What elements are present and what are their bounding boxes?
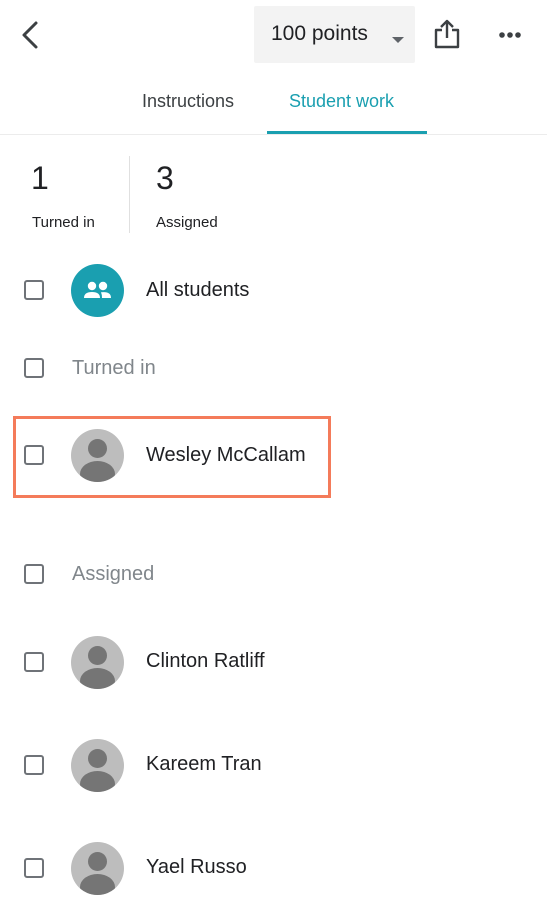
- turned-in-section-label: Turned in: [72, 357, 156, 379]
- student-name[interactable]: Yael Russo: [146, 856, 247, 879]
- tab-student-work[interactable]: Student work: [289, 91, 394, 112]
- student-checkbox[interactable]: [24, 652, 44, 672]
- student-name[interactable]: Clinton Ratliff: [146, 650, 265, 673]
- back-button[interactable]: [16, 18, 46, 52]
- tab-bar: Instructions Student work: [0, 76, 547, 135]
- avatar: [71, 842, 124, 895]
- share-icon: [434, 19, 460, 49]
- student-checkbox[interactable]: [24, 755, 44, 775]
- turned-in-label: Turned in: [32, 214, 95, 231]
- all-students-label: All students: [146, 279, 250, 301]
- turned-in-section-checkbox[interactable]: [24, 358, 44, 378]
- all-students-checkbox[interactable]: [24, 280, 44, 300]
- active-tab-indicator: [267, 131, 427, 134]
- student-checkbox[interactable]: [24, 858, 44, 878]
- points-dropdown[interactable]: 100 points: [254, 6, 415, 63]
- avatar: [71, 739, 124, 792]
- assigned-section-label: Assigned: [72, 563, 155, 585]
- more-options-button[interactable]: [496, 25, 526, 45]
- student-checkbox[interactable]: [24, 445, 44, 465]
- avatar: [71, 429, 124, 482]
- stats-divider: [129, 156, 130, 233]
- assigned-section-checkbox[interactable]: [24, 564, 44, 584]
- more-horizontal-icon: [499, 32, 521, 38]
- share-button[interactable]: [433, 18, 461, 50]
- turned-in-count: 1: [31, 160, 49, 196]
- all-students-avatar: [71, 264, 124, 317]
- chevron-left-icon: [22, 21, 38, 49]
- avatar: [71, 636, 124, 689]
- people-icon: [84, 281, 111, 298]
- caret-down-icon: [392, 37, 404, 43]
- student-name[interactable]: Kareem Tran: [146, 753, 262, 776]
- student-name[interactable]: Wesley McCallam: [146, 444, 306, 467]
- tab-instructions[interactable]: Instructions: [142, 91, 234, 112]
- points-label: 100 points: [271, 22, 368, 45]
- assigned-count: 3: [156, 160, 174, 196]
- assigned-label: Assigned: [156, 214, 218, 231]
